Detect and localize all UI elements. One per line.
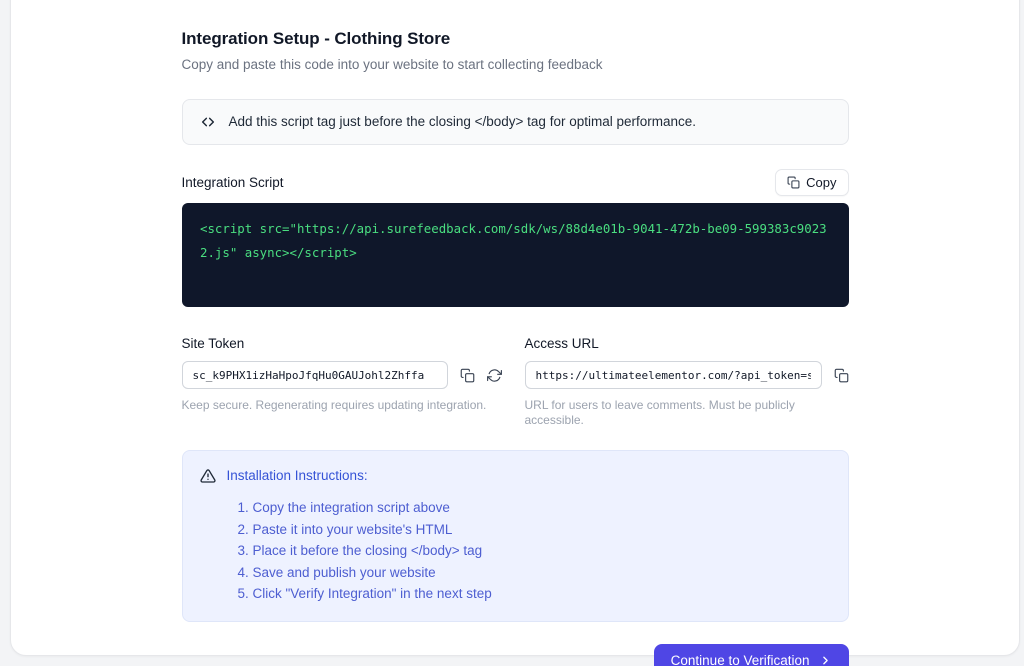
tip-text: Add this script tag just before the clos… xyxy=(229,113,697,131)
copy-icon xyxy=(460,368,475,383)
footer-actions: Continue to Verification xyxy=(182,644,849,666)
site-token-input[interactable] xyxy=(182,361,448,389)
instruction-step: 1. Copy the integration script above xyxy=(238,497,831,519)
instruction-step: 3. Place it before the closing </body> t… xyxy=(238,540,831,562)
copy-icon xyxy=(834,368,849,383)
copy-icon xyxy=(787,176,800,189)
site-token-field: Site Token Keep secure. Regenerating xyxy=(182,335,502,428)
copy-script-button[interactable]: Copy xyxy=(775,169,848,196)
refresh-icon xyxy=(487,368,502,383)
access-url-help: URL for users to leave comments. Must be… xyxy=(525,398,849,428)
token-url-fields: Site Token Keep secure. Regenerating xyxy=(182,335,849,428)
copy-token-button[interactable] xyxy=(460,368,475,383)
integration-script-header: Integration Script Copy xyxy=(182,169,849,196)
instructions-list: 1. Copy the integration script above 2. … xyxy=(238,497,831,605)
continue-button-label: Continue to Verification xyxy=(671,653,810,666)
site-token-label: Site Token xyxy=(182,335,502,352)
page-title: Integration Setup - Clothing Store xyxy=(182,28,849,49)
page-subtitle: Copy and paste this code into your websi… xyxy=(182,56,849,74)
regenerate-token-button[interactable] xyxy=(487,368,502,383)
instruction-step: 2. Paste it into your website's HTML xyxy=(238,519,831,541)
copy-url-button[interactable] xyxy=(834,368,849,383)
code-icon xyxy=(200,114,216,130)
access-url-label: Access URL xyxy=(525,335,849,352)
integration-setup-card: Integration Setup - Clothing Store Copy … xyxy=(10,0,1020,656)
instruction-step: 5. Click "Verify Integration" in the nex… xyxy=(238,583,831,605)
instruction-step: 4. Save and publish your website xyxy=(238,562,831,584)
installation-instructions-box: Installation Instructions: 1. Copy the i… xyxy=(182,450,849,622)
integration-script-label: Integration Script xyxy=(182,174,284,191)
integration-script-code: <script src="https://api.surefeedback.co… xyxy=(200,221,827,260)
warning-icon xyxy=(200,468,216,484)
access-url-field: Access URL URL for users to leave commen… xyxy=(525,335,849,428)
copy-button-label: Copy xyxy=(806,175,836,190)
access-url-input[interactable] xyxy=(525,361,822,389)
integration-script-code-block[interactable]: <script src="https://api.surefeedback.co… xyxy=(182,203,849,307)
continue-to-verification-button[interactable]: Continue to Verification xyxy=(654,644,849,666)
instructions-title: Installation Instructions: xyxy=(227,466,368,486)
script-placement-tip: Add this script tag just before the clos… xyxy=(182,99,849,145)
chevron-right-icon xyxy=(819,654,832,666)
card-content: Integration Setup - Clothing Store Copy … xyxy=(182,0,849,666)
site-token-help: Keep secure. Regenerating requires updat… xyxy=(182,398,502,413)
